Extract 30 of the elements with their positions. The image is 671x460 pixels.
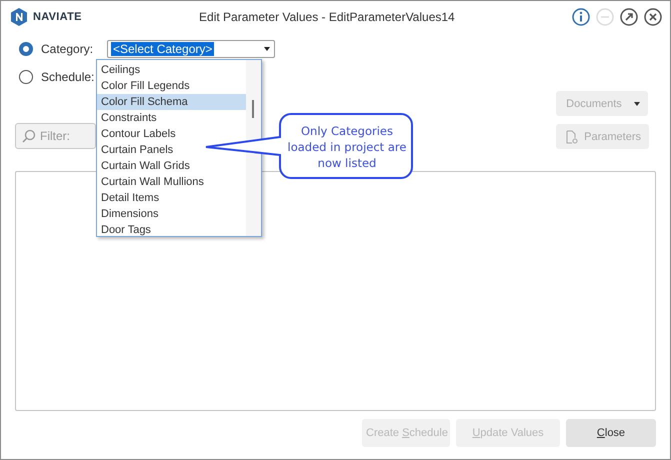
radio-button[interactable]	[19, 42, 33, 56]
logo-icon	[11, 8, 27, 26]
scrollbar[interactable]	[246, 60, 261, 236]
list-item[interactable]: Ceilings	[97, 62, 246, 78]
list-item[interactable]: Detail Items	[97, 190, 246, 206]
caret-icon	[634, 102, 640, 106]
list-item[interactable]: Constraints	[97, 110, 246, 126]
filter-field[interactable]: Filter:	[15, 123, 96, 149]
list-item[interactable]: Color Fill Legends	[97, 78, 246, 94]
app-logo: NAVIATE	[33, 11, 82, 23]
window-title: Edit Parameter Values - EditParameterValues14	[198, 10, 456, 24]
list-item[interactable]: Contour Labels	[97, 126, 246, 142]
list-item[interactable]: Curtain Wall Mullions	[97, 174, 246, 190]
list-item[interactable]: Color Fill Schema	[97, 94, 246, 110]
info-icon[interactable]	[572, 8, 590, 26]
search-icon	[22, 129, 36, 143]
filter-input[interactable]: Filter:	[40, 129, 90, 143]
restore-icon[interactable]	[620, 8, 638, 26]
list-item[interactable]: Curtain Wall Grids	[97, 158, 246, 174]
category-dropdown[interactable]: <Select Category>	[107, 40, 275, 58]
list-item[interactable]: Door Tags	[97, 222, 246, 238]
list-item[interactable]: Dimensions	[97, 206, 246, 222]
caret-icon	[264, 47, 270, 51]
radio-label: Category:	[41, 42, 94, 56]
close-icon[interactable]	[644, 8, 662, 26]
callout-text: Only Categories loaded in project are now listed	[286, 123, 408, 171]
footer-button[interactable]: Close	[566, 419, 656, 447]
scroll-thumb[interactable]	[252, 100, 254, 118]
document-gear-icon	[566, 130, 578, 144]
radio-button[interactable]	[19, 70, 33, 84]
